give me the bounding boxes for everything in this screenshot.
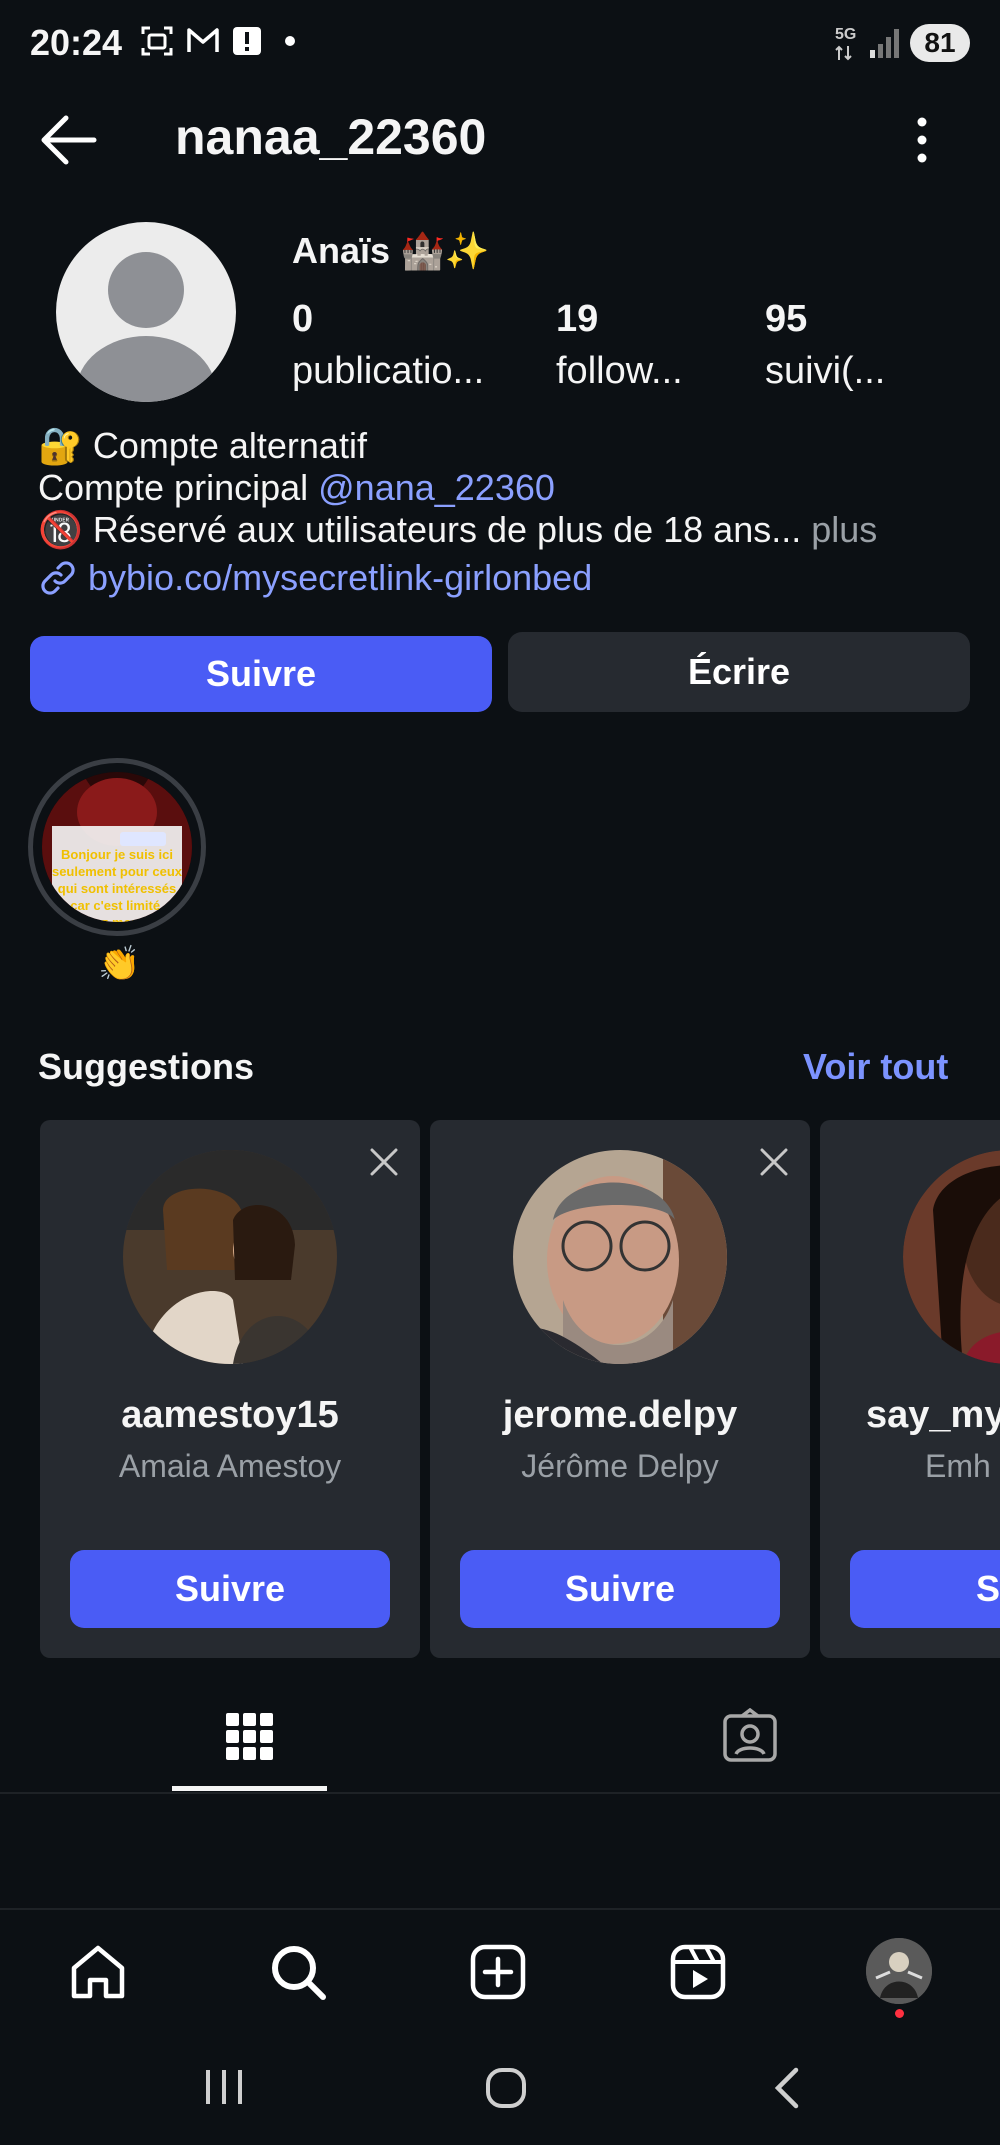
following-count[interactable]: 95 [765,298,807,341]
bio-line-3: 🔞 Réservé aux utilisateurs de plus de 18… [38,508,877,552]
network-label: 5G [835,26,857,43]
gmail-icon [187,28,219,52]
highlight-cover[interactable]: Bonjour je suis ici seulement pour ceux … [42,772,192,922]
suggestion-username[interactable]: aamestoy15 [40,1394,420,1437]
suggestion-fullname: Emh [925,1448,991,1484]
suggestion-follow-button[interactable]: Suivre [460,1550,780,1628]
home-icon[interactable] [68,1942,128,2002]
suggestion-card[interactable]: jerome.delpy Jérôme Delpy Suivre [430,1120,810,1658]
more-vertical-icon[interactable] [905,112,939,168]
bio-main-account-text: Compte principal [38,467,319,508]
suggestion-fullname: Jérôme Delpy [521,1448,719,1484]
mention-link[interactable]: @nana_22360 [318,467,555,508]
user-photo [903,1150,1000,1364]
dot-icon [285,36,295,46]
message-button[interactable]: Écrire [508,632,970,712]
grid-icon[interactable] [226,1710,274,1764]
data-arrows-icon [835,45,852,61]
followers-label[interactable]: follow... [556,350,683,393]
signal-icon [870,29,899,58]
suggestion-avatar[interactable] [513,1150,727,1364]
recent-apps-icon[interactable] [200,2066,248,2108]
display-name: Anaïs 🏰✨ [292,230,490,271]
bio-more-link[interactable]: plus [801,509,877,550]
back-system-icon[interactable] [770,2066,804,2110]
posts-label: publicatio... [292,350,485,392]
following-label[interactable]: suivi(... [765,350,885,393]
create-icon[interactable] [468,1942,528,2002]
screenshot-icon [141,26,173,56]
bio-external-link[interactable]: bybio.co/mysecretlink-girlonbed [88,556,592,600]
suggestion-fullname: Amaia Amestoy [118,1448,342,1484]
suggestion-avatar[interactable] [123,1150,337,1364]
notification-dot [895,2009,904,2018]
follow-button[interactable]: Suivre [30,636,492,712]
back-arrow-icon[interactable] [38,112,98,168]
battery-indicator: 81 [910,24,970,62]
user-photo [123,1150,337,1364]
user-photo [513,1150,727,1364]
suggestion-follow-button[interactable]: Suivre [70,1550,390,1628]
link-icon [41,561,75,595]
suggestion-card[interactable]: aamestoy15 Amaia Amestoy Suivre [40,1120,420,1658]
search-icon[interactable] [268,1942,328,2002]
bio-link-row[interactable]: bybio.co/mysecretlink-girlonbed [38,556,592,600]
close-icon[interactable] [756,1144,792,1180]
suggestion-username[interactable]: say_my [670,1394,1000,1437]
profile-avatar[interactable] [56,222,236,402]
profile-avatar-nav[interactable] [866,1938,932,2004]
suggestion-follow-button[interactable]: Su [850,1550,1000,1628]
tab-active-indicator [172,1786,327,1791]
nav-divider [0,1908,1000,1910]
followers-count[interactable]: 19 [556,298,598,341]
bio-line-1: 🔐 Compte alternatif [38,425,367,466]
status-time: 20:24 [30,22,123,63]
default-avatar-icon [76,252,216,402]
suggestion-card[interactable]: say_my Emh Su [820,1120,1000,1658]
profile-username: nanaa_22360 [175,109,487,165]
bio-age-text: 🔞 Réservé aux utilisateurs de plus de 18… [38,509,802,550]
bio-line-2: Compte principal @nana_22360 [38,466,555,510]
suggestion-avatar[interactable] [903,1150,1000,1364]
suggestions-title: Suggestions [38,1046,255,1087]
tabs-divider [0,1792,1000,1794]
reels-icon[interactable] [668,1942,728,2002]
profile-photo [866,1938,932,2004]
see-all-link[interactable]: Voir tout [803,1046,948,1088]
highlight-label: 👏 [98,945,141,983]
posts-count: 0 [292,298,314,340]
highlight-caption: Bonjour je suis ici seulement pour ceux … [51,847,183,922]
tagged-icon[interactable] [722,1708,778,1764]
home-system-icon[interactable] [484,2066,528,2110]
status-bar: 20:24 5G 81 [0,0,1000,90]
alert-icon [233,27,261,55]
close-icon[interactable] [366,1144,402,1180]
